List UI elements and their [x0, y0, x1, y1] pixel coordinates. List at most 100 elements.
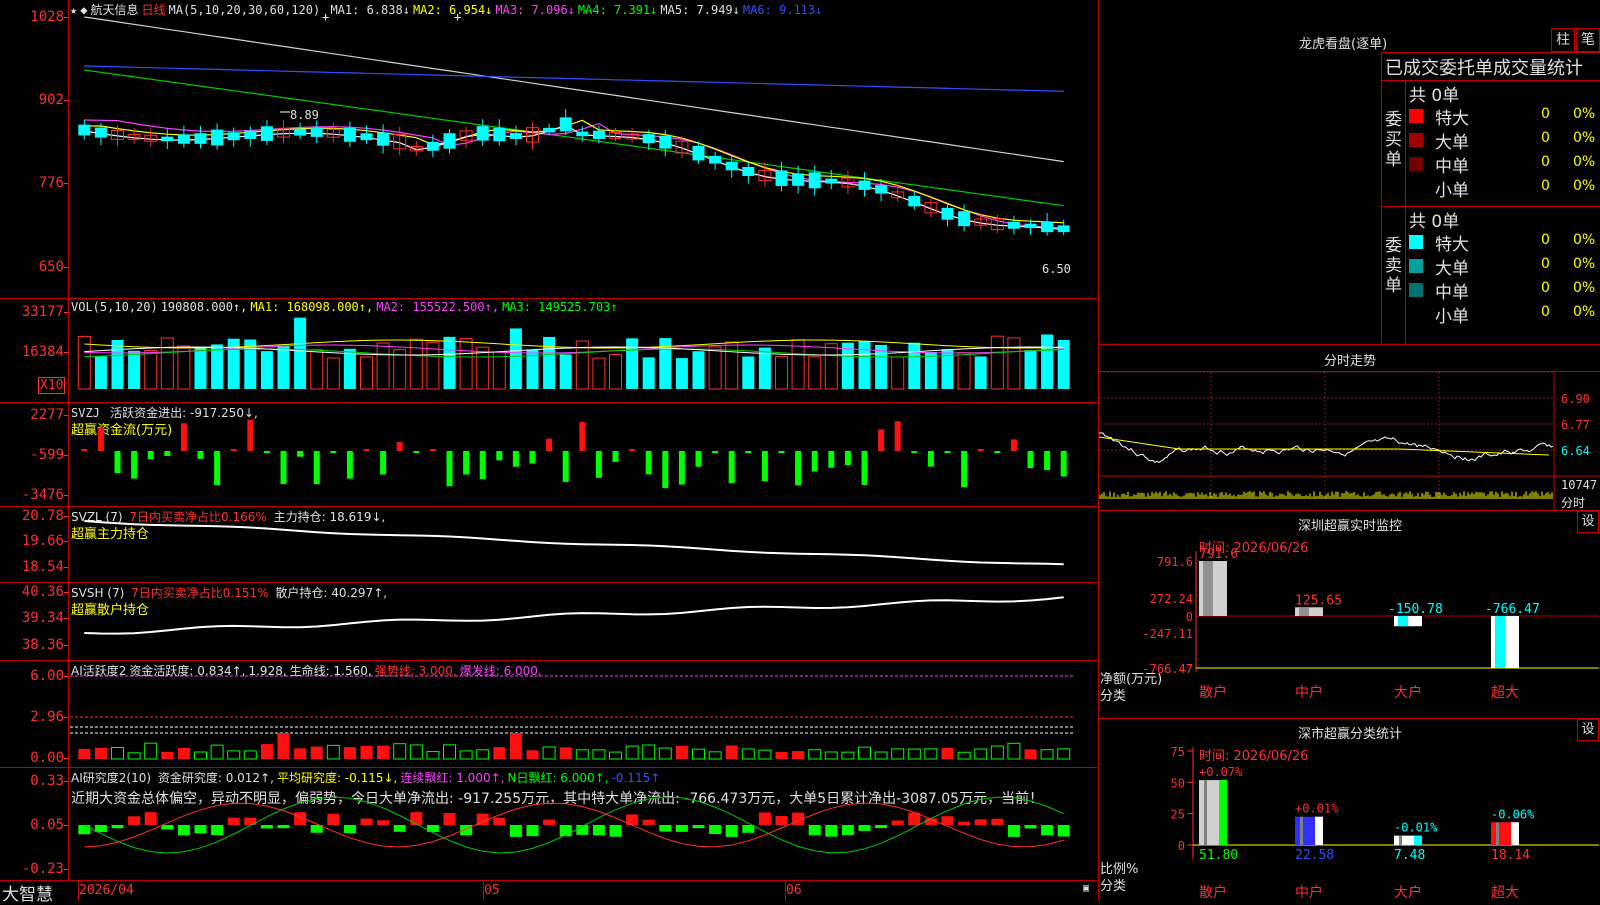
activity-bar — [692, 748, 705, 760]
flow-bar-out — [745, 451, 752, 453]
flow-bar-out — [795, 451, 802, 486]
flow-bar-out — [994, 451, 1001, 453]
buy-row-pct: 0% — [1573, 154, 1596, 170]
low-price-label: 6.50 — [1042, 262, 1071, 276]
research-bar — [841, 825, 854, 836]
buy-row-pct: 0% — [1573, 106, 1596, 122]
ai-research-panel[interactable]: 0.33 0.05 -0.23 AI研究度2(10) 资金研究度: 0.012↑… — [0, 767, 1097, 881]
buy-row-label: 大单 — [1435, 133, 1469, 153]
sell-row-label: 中单 — [1435, 283, 1469, 303]
sz-stats-category: 中户 — [1295, 884, 1323, 901]
sell-row-pct: 0% — [1573, 304, 1596, 320]
flow-bar-in — [878, 429, 885, 451]
flow-bar-in — [546, 438, 553, 451]
sz-monitor-value: -150.78 — [1388, 602, 1443, 617]
flow-bar-out — [678, 451, 685, 485]
svsh-canvas[interactable] — [0, 583, 1097, 661]
research-bar — [194, 825, 207, 834]
volume-bar-down — [94, 356, 107, 389]
price-canvas[interactable]: + + — [0, 0, 1097, 298]
sz-stats-xlabel: 分类 — [1100, 879, 1127, 894]
volume-canvas[interactable] — [0, 299, 1097, 403]
research-bar — [725, 825, 738, 837]
candle-down — [443, 133, 456, 149]
sz-stats-panel[interactable]: 深市超赢分类统计 设 时间: 2026/06/26 75 50 25 0 +0.07% 5… — [1098, 718, 1600, 901]
volume-bar-down — [509, 328, 522, 389]
svzj-canvas[interactable] — [0, 403, 1097, 507]
volume-panel[interactable]: 33177 16384 X10 VOL(5,10,20) 190808.000↑,… — [0, 298, 1097, 403]
activity-bar — [1040, 749, 1054, 760]
activity-bar — [210, 744, 224, 760]
activity-bar — [1007, 742, 1021, 760]
flow-bar-out — [263, 451, 270, 453]
activity-bar — [326, 744, 340, 760]
volume-bar-up — [708, 346, 722, 390]
research-bar — [360, 818, 373, 825]
volume-bar-up — [492, 351, 506, 390]
flow-bar-out — [446, 451, 453, 487]
volume-bar-up — [160, 337, 174, 390]
flow-bar-out — [280, 451, 287, 485]
research-bar — [543, 819, 556, 825]
candle-down — [792, 173, 805, 186]
svzj-panel[interactable]: 2277 -599 -3476 SVZJ 活跃资金进出: -917.250↓, … — [0, 402, 1097, 507]
flow-bar-in — [363, 449, 370, 451]
intraday-canvas[interactable] — [1099, 345, 1600, 511]
volume-bar-up — [824, 343, 838, 390]
research-bar — [327, 813, 340, 825]
bar-mode-button[interactable]: 柱 — [1551, 28, 1575, 52]
lhb-title: 龙虎看盘(逐单) — [1299, 37, 1388, 52]
flow-bar-out — [612, 451, 619, 462]
sz-monitor-panel[interactable]: 深圳超赢实时监控 设 时间: 2026/06/26 791.6 272.24 0 -2… — [1098, 510, 1600, 719]
volume-bar-down — [908, 342, 921, 389]
flow-bar-out — [712, 451, 719, 453]
price-panel[interactable]: 1028 902 776 650 ★ ◆ 航天信息 日线 MA(5,10,20,30,6… — [0, 0, 1097, 298]
volume-bar-up — [326, 357, 340, 390]
volume-bar-down — [260, 351, 273, 389]
flow-bar-out — [595, 451, 602, 478]
research-bar — [592, 825, 605, 836]
flow-bar-out — [529, 451, 536, 464]
svsh-panel[interactable]: 40.36 39.34 38.36 SVSH (7) 7日内买卖净占比0.151… — [0, 582, 1097, 661]
buy-row-label: 中单 — [1435, 157, 1469, 177]
svzl-panel[interactable]: 20.78 19.66 18.54 SVZL (7) 7日内买卖净占比0.166… — [0, 506, 1097, 583]
svzl-canvas[interactable] — [0, 507, 1097, 583]
flow-bar-out — [297, 451, 304, 457]
candle-down — [742, 166, 755, 177]
activity-bar — [592, 749, 606, 760]
activity-bar — [343, 747, 356, 759]
ai-activity-canvas[interactable] — [0, 661, 1097, 768]
volume-bar-up — [310, 349, 324, 390]
sell-row-swatch — [1409, 283, 1423, 297]
flow-bar-out — [778, 451, 785, 453]
candle-down — [709, 155, 722, 164]
main-chart-area[interactable]: 1028 902 776 650 ★ ◆ 航天信息 日线 MA(5,10,20,30,6… — [0, 0, 1097, 905]
volume-bar-down — [675, 358, 688, 389]
activity-bar — [177, 747, 190, 759]
flow-bar-out — [645, 451, 652, 475]
lock-icon[interactable]: ▣ — [1083, 883, 1089, 894]
flow-bar-out — [562, 451, 569, 482]
event-marker: + — [322, 10, 329, 24]
activity-bar — [459, 750, 473, 760]
ai-activity-panel[interactable]: 6.00 2.96 0.00 AI活跃度2 资金活跃度: 0.834↑, 1.928… — [0, 660, 1097, 768]
intraday-panel[interactable]: 分时走势 6.90 6.77 6.64 10747 分时 — [1098, 344, 1600, 511]
ai-research-canvas[interactable] — [0, 768, 1097, 881]
candle-down — [1041, 221, 1054, 233]
sz-stats-bar-stripe — [1399, 835, 1402, 845]
candle-down — [958, 211, 971, 227]
activity-bar — [377, 745, 390, 759]
buy-row-swatch — [1409, 109, 1423, 123]
sell-row-swatch — [1409, 259, 1423, 273]
sz-monitor-tick: 791.6 — [1157, 555, 1193, 569]
flow-bar-in — [894, 421, 901, 451]
sz-monitor-bar-shade — [1203, 561, 1213, 616]
month-05: 05 — [484, 883, 500, 898]
tick-mode-button[interactable]: 笔 — [1576, 28, 1600, 52]
sz-monitor-chart: 791.6 272.24 0 -247.11 -766.47 791.6 散户 125.65 中… — [1142, 547, 1599, 701]
sz-monitor-tick: 272.24 — [1150, 592, 1193, 606]
activity-bar — [1057, 748, 1071, 760]
candle-down — [725, 161, 738, 171]
flow-bar-out — [1027, 451, 1034, 468]
volume-bar-down — [742, 356, 755, 389]
